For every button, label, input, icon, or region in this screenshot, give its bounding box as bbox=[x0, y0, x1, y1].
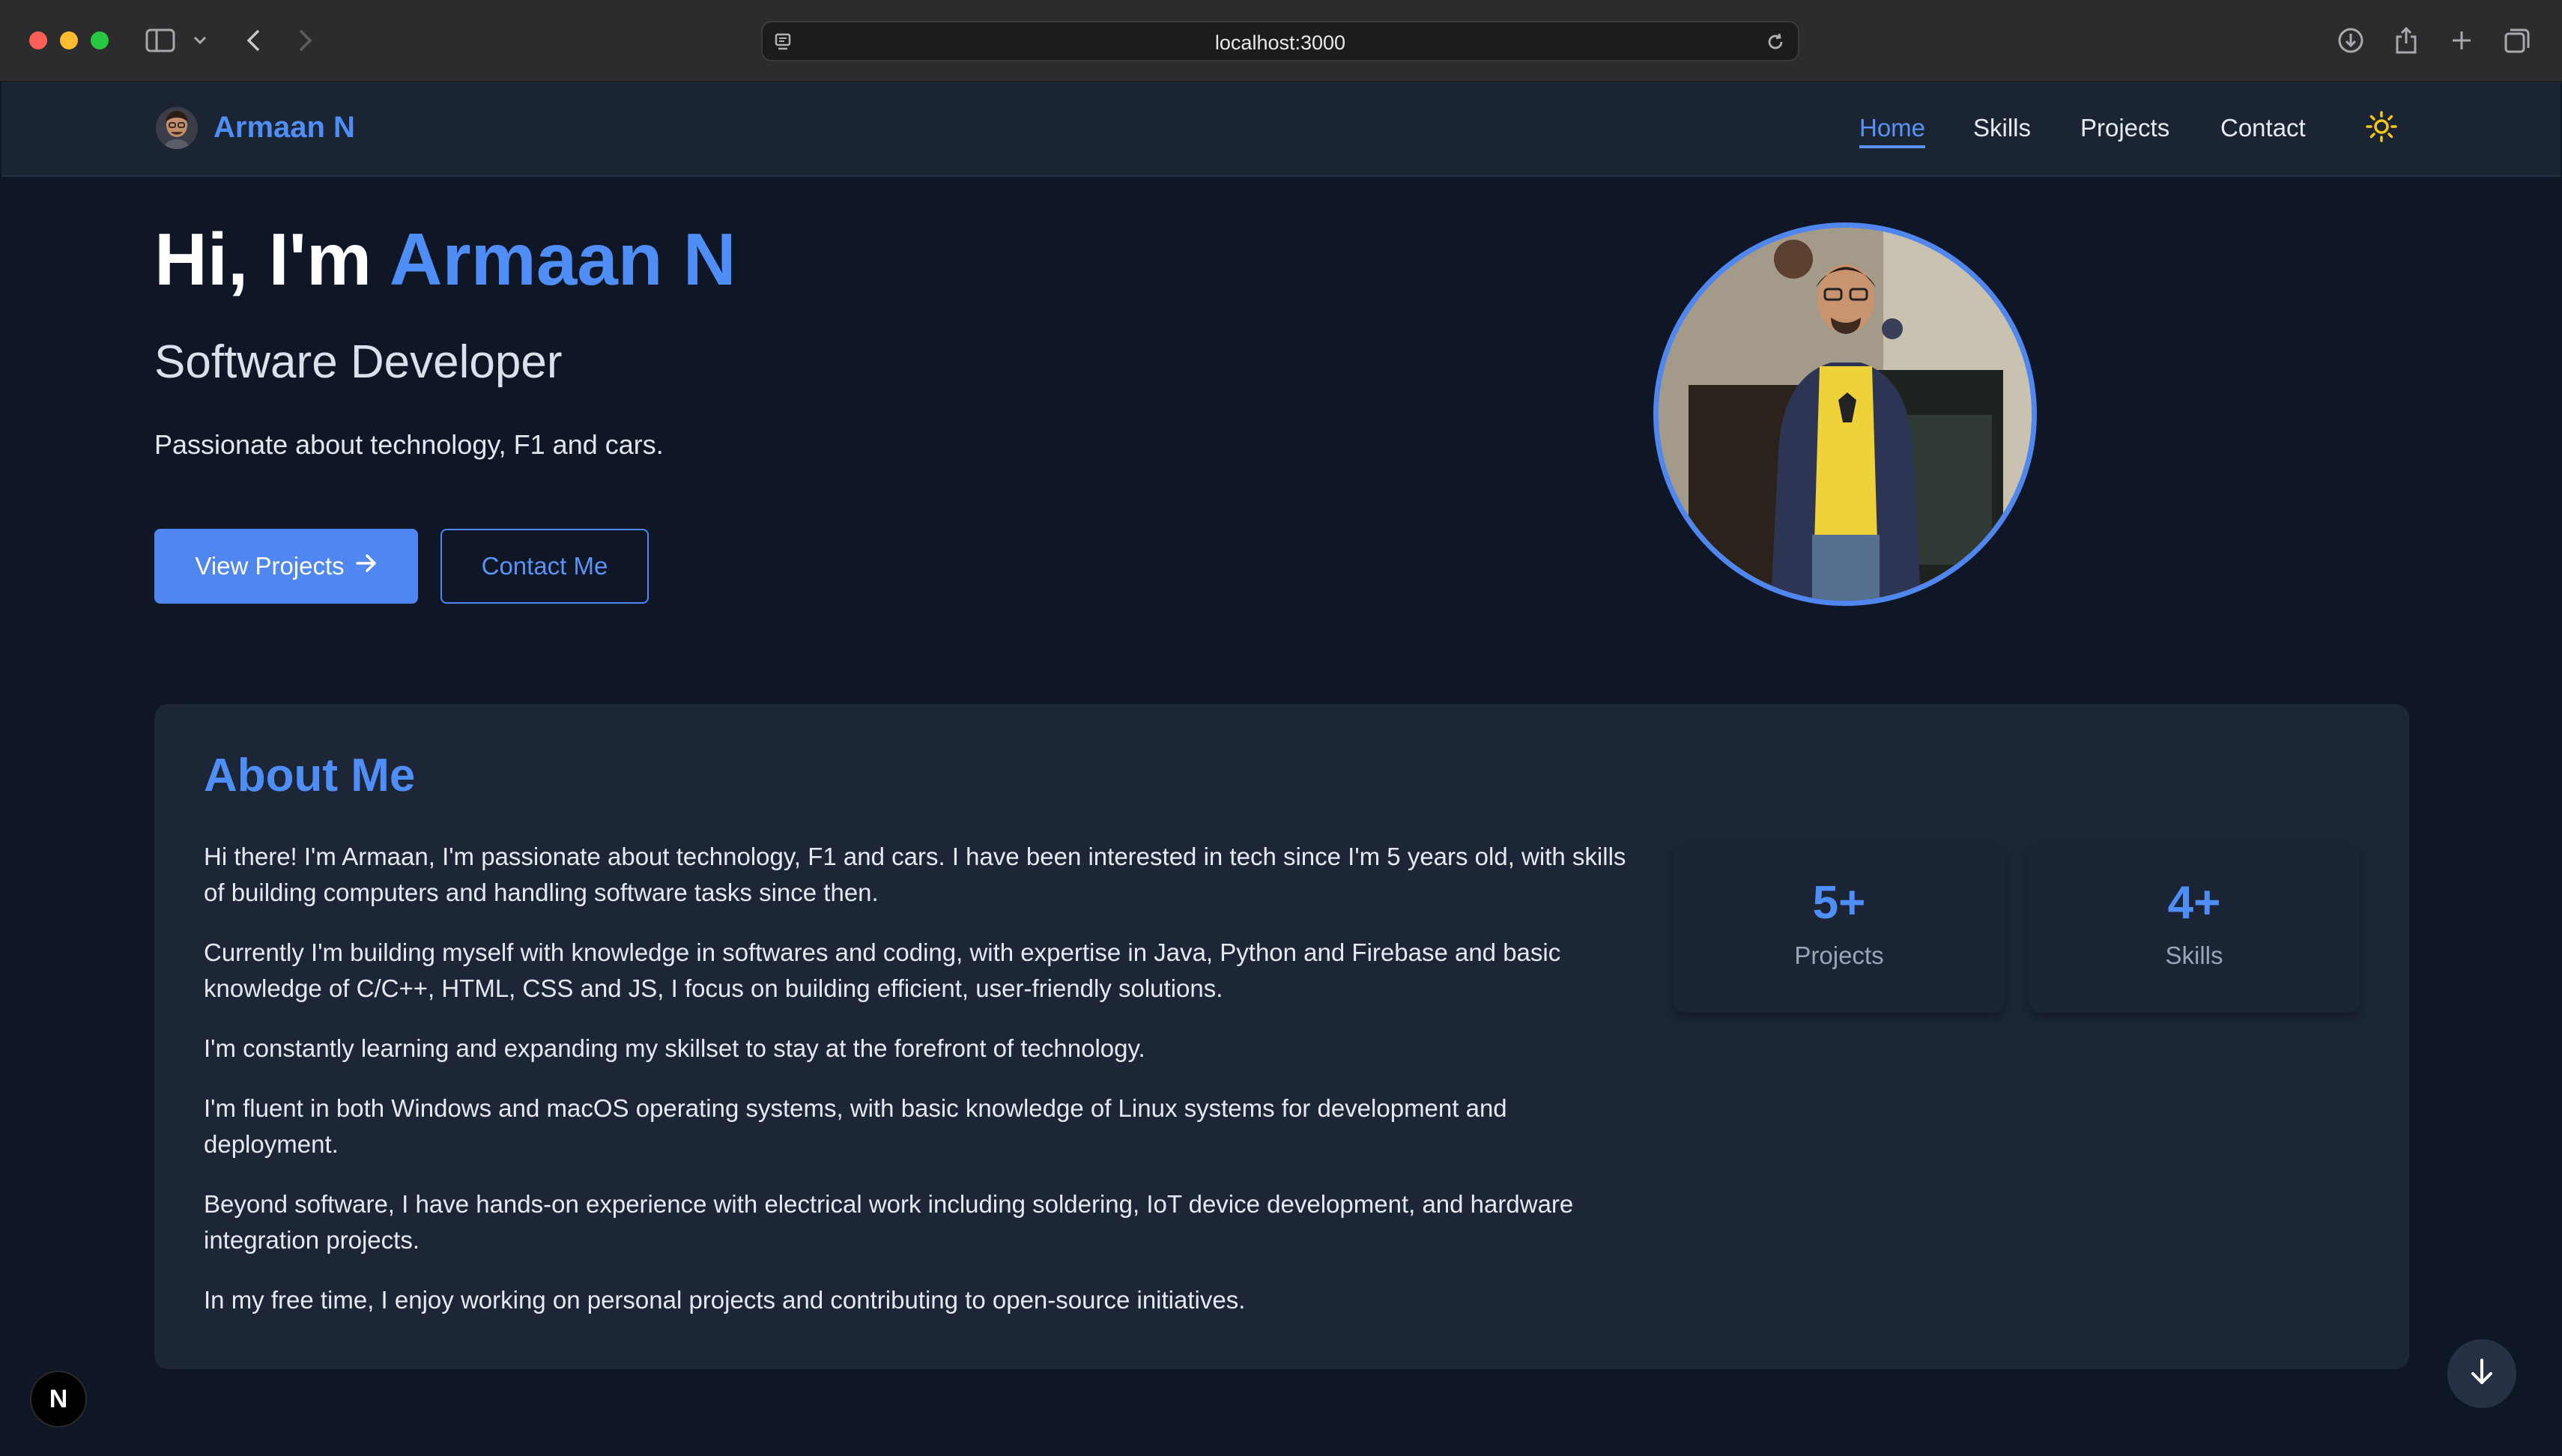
reload-icon[interactable] bbox=[1763, 30, 1787, 54]
profile-photo bbox=[1653, 222, 2037, 606]
about-section: About Me Hi there! I'm Armaan, I'm passi… bbox=[154, 704, 2409, 1369]
about-paragraph: I'm constantly learning and expanding my… bbox=[204, 1034, 1145, 1062]
brand-name[interactable]: Armaan N bbox=[214, 111, 355, 145]
site-navbar: Armaan N Home Skills Projects Contact bbox=[1, 82, 2561, 177]
about-title: About Me bbox=[204, 750, 416, 801]
brand-avatar[interactable] bbox=[156, 107, 198, 149]
stat-label: Skills bbox=[2165, 941, 2223, 969]
share-icon[interactable] bbox=[2390, 24, 2423, 57]
scroll-down-button[interactable] bbox=[2447, 1339, 2516, 1408]
address-bar[interactable]: localhost:3000 bbox=[761, 21, 1799, 61]
stat-card-skills: 4+ Skills bbox=[2029, 845, 2360, 1013]
new-tab-icon[interactable] bbox=[2445, 24, 2478, 57]
about-paragraph: Currently I'm building myself with knowl… bbox=[204, 938, 1561, 1002]
hero-name: Armaan N bbox=[389, 218, 736, 300]
stat-value: 5+ bbox=[1812, 877, 1866, 929]
arrow-down-icon bbox=[2468, 1357, 2495, 1391]
view-projects-button[interactable]: View Projects bbox=[154, 529, 418, 604]
url-text[interactable]: localhost:3000 bbox=[763, 31, 1798, 55]
page-viewport: Armaan N Home Skills Projects Contact Hi… bbox=[1, 82, 2561, 1456]
about-paragraph: Hi there! I'm Armaan, I'm passionate abo… bbox=[204, 843, 1626, 906]
tab-overview-icon[interactable] bbox=[2501, 24, 2534, 57]
contact-me-button[interactable]: Contact Me bbox=[440, 529, 649, 604]
download-icon[interactable] bbox=[2334, 24, 2367, 57]
nextjs-dev-badge[interactable]: N bbox=[30, 1371, 87, 1428]
sidebar-toggle-icon[interactable] bbox=[144, 24, 177, 57]
about-paragraph: In my free time, I enjoy working on pers… bbox=[204, 1286, 1246, 1314]
about-paragraph: Beyond software, I have hands-on experie… bbox=[204, 1190, 1574, 1254]
hero-greeting: Hi, I'm bbox=[154, 218, 390, 300]
about-paragraph: I'm fluent in both Windows and macOS ope… bbox=[204, 1094, 1507, 1158]
nav-link-projects[interactable]: Projects bbox=[2080, 114, 2169, 142]
stat-label: Projects bbox=[1794, 941, 1884, 969]
view-projects-label: View Projects bbox=[195, 552, 345, 580]
hero-role: Software Developer bbox=[154, 336, 563, 388]
chevron-down-icon[interactable] bbox=[189, 24, 211, 57]
stat-card-projects: 5+ Projects bbox=[1674, 845, 2005, 1013]
close-window-button[interactable] bbox=[29, 31, 47, 49]
forward-arrow-icon[interactable] bbox=[289, 24, 322, 57]
nav-link-skills[interactable]: Skills bbox=[1973, 114, 2031, 142]
arrow-right-icon bbox=[355, 552, 378, 580]
about-text: Hi there! I'm Armaan, I'm passionate abo… bbox=[204, 839, 1627, 1342]
sun-icon[interactable] bbox=[2365, 110, 2398, 143]
nav-link-home[interactable]: Home bbox=[1859, 114, 1926, 148]
hero-heading: Hi, I'm Armaan N bbox=[154, 217, 736, 302]
browser-toolbar: localhost:3000 bbox=[0, 0, 2562, 82]
back-arrow-icon[interactable] bbox=[237, 24, 270, 57]
minimize-window-button[interactable] bbox=[60, 31, 78, 49]
hero-tagline: Passionate about technology, F1 and cars… bbox=[154, 429, 664, 460]
stat-value: 4+ bbox=[2167, 877, 2221, 929]
maximize-window-button[interactable] bbox=[91, 31, 109, 49]
nav-link-contact[interactable]: Contact bbox=[2220, 114, 2306, 142]
